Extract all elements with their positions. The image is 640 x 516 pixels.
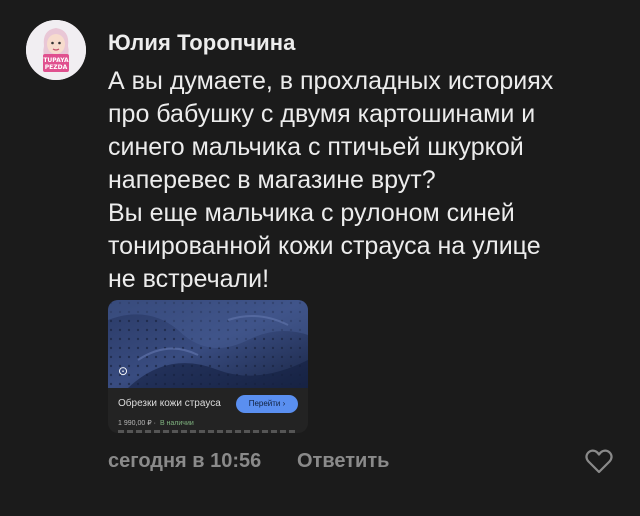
avatar-label-top: TUPAYA [43, 57, 69, 64]
avatar[interactable]: TUPAYA PEZDA [26, 20, 86, 80]
comment-line: про бабушку с двумя картошинами и [108, 100, 536, 128]
comment-line: Вы еще мальчика с рулоном синей [108, 199, 515, 227]
attachment-truncated-text [118, 430, 298, 433]
heart-icon[interactable] [584, 447, 614, 475]
reply-button[interactable]: Ответить [297, 450, 389, 473]
author-name[interactable]: Юлия Торопчина [108, 30, 295, 56]
comment-line: А вы думаете, в прохладных историях [108, 67, 554, 95]
attachment-image[interactable] [108, 300, 308, 388]
price-value: 1 990,00 ₽ · [118, 420, 156, 427]
lens-icon[interactable]: ⊙ [118, 364, 132, 378]
attachment-title: Обрезки кожи страуса [118, 398, 221, 409]
comment-text: А вы думаете, в прохладных историях про … [108, 65, 628, 296]
go-to-product-button[interactable]: Перейти › [236, 395, 298, 413]
comment-line: не встречали! [108, 265, 270, 293]
comment: TUPAYA PEZDA Юлия Торопчина А вы думаете… [0, 0, 640, 516]
comment-line: синего мальчика с птичьей шкуркой [108, 133, 524, 161]
comment-timestamp: сегодня в 10:56 [108, 450, 262, 472]
attachment-card[interactable]: ⊙ Обрезки кожи страуса Перейти › 1 990,0… [108, 300, 308, 433]
availability-status: В наличии [159, 420, 194, 427]
avatar-image: TUPAYA PEZDA [26, 20, 86, 80]
avatar-label-bottom: PEZDA [45, 64, 68, 71]
attachment-price: 1 990,00 ₽ · В наличии [118, 419, 194, 427]
comment-line: наперевес в магазине врут? [108, 166, 436, 194]
comment-line: тонированной кожи страуса на улице [108, 232, 541, 260]
